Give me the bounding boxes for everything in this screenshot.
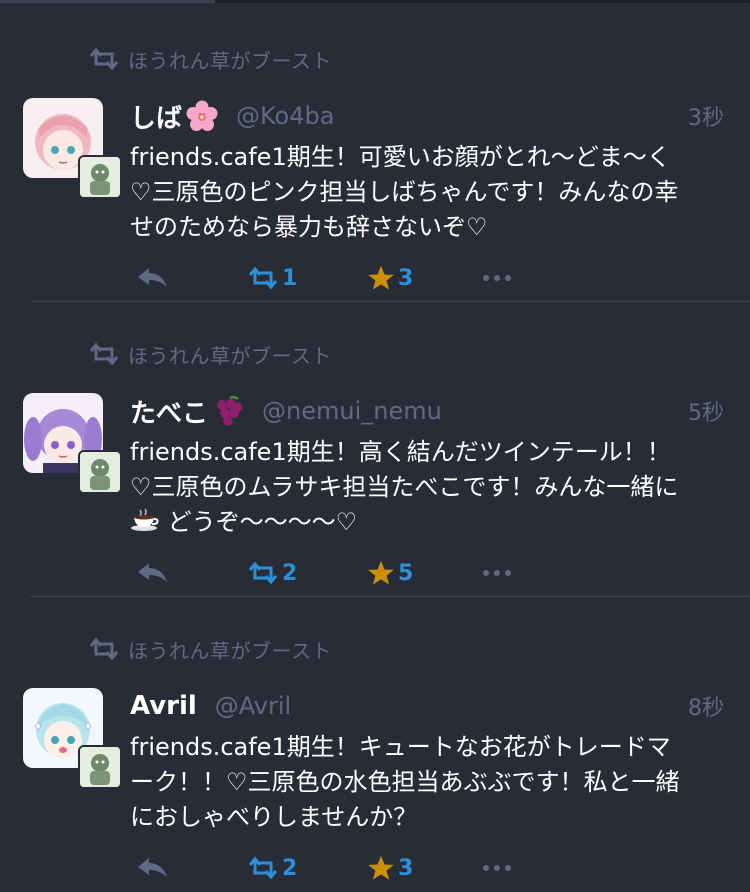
boost-text: ほうれん草がブースト	[128, 48, 332, 73]
coffee-cup-icon	[131, 508, 159, 531]
reply-icon	[138, 858, 167, 877]
content-line: friends.cafe1期生！高く結んだツインテール！！	[130, 438, 671, 466]
avatar[interactable]	[23, 393, 122, 494]
booster-avatar	[78, 450, 122, 494]
ellipsis-icon	[483, 570, 511, 576]
timestamp[interactable]: 3秒	[688, 100, 724, 132]
ellipsis-icon	[483, 275, 511, 281]
content-text: どうぞ〜〜〜〜♡	[167, 508, 358, 536]
boost-button[interactable]: 1	[246, 260, 297, 296]
status-header: たべこ @nemui_nemu 5秒	[130, 391, 724, 431]
content-line: ♡三原色のピンク担当しばちゃんです！みんなの幸	[130, 178, 679, 206]
boost-icon	[248, 856, 278, 880]
avatar[interactable]	[23, 688, 122, 789]
reply-button[interactable]	[136, 260, 170, 296]
display-name[interactable]: たべこ	[130, 393, 208, 430]
favourite-count: 3	[398, 855, 414, 881]
content-line: friends.cafe1期生！可愛いお顔がとれ〜どま〜く	[130, 143, 671, 171]
boost-count: 2	[282, 560, 298, 586]
star-icon	[368, 855, 394, 880]
status-card[interactable]: ほうれん草がブースト しば @Ko4ba 3秒 friends.cafe1期生！…	[0, 8, 750, 302]
status-card[interactable]: ほうれん草がブースト Avril @Avril 8秒 friends.cafe1…	[0, 598, 750, 892]
account-handle[interactable]: @Ko4ba	[236, 102, 334, 130]
account-handle[interactable]: @Avril	[215, 692, 291, 720]
display-name[interactable]: しば	[130, 98, 182, 135]
action-bar: 1 3	[136, 260, 556, 296]
boost-indicator: ほうれん草がブースト	[88, 44, 332, 74]
star-icon	[368, 560, 394, 585]
status-content: friends.cafe1期生！キュートなお花がトレードマ ーク！！♡三原色の水…	[130, 730, 730, 835]
boost-icon	[89, 342, 119, 366]
reply-button[interactable]	[136, 555, 170, 591]
boost-button[interactable]: 2	[246, 555, 297, 591]
reply-icon	[138, 563, 167, 582]
avatar[interactable]	[23, 98, 122, 199]
reply-icon	[138, 268, 167, 287]
content-line: ♡三原色のムラサキ担当たべこです！みんな一緒に	[130, 473, 679, 501]
cherry-blossom-icon	[186, 100, 218, 131]
timestamp[interactable]: 5秒	[688, 395, 724, 427]
booster-avatar	[78, 745, 122, 789]
display-name[interactable]: Avril	[130, 691, 197, 721]
account-handle[interactable]: @nemui_nemu	[262, 397, 442, 425]
action-bar: 2 5	[136, 555, 556, 591]
divider	[30, 596, 750, 597]
boost-icon	[89, 637, 119, 661]
booster-avatar	[78, 155, 122, 199]
favourite-button[interactable]: 5	[366, 555, 413, 591]
action-bar: 2 3	[136, 850, 556, 886]
grapes-icon	[217, 395, 243, 426]
status-content: friends.cafe1期生！高く結んだツインテール！！ ♡三原色のムラサキ担…	[130, 435, 730, 540]
favourite-count: 3	[398, 265, 414, 291]
top-scroll-indicator	[0, 0, 750, 3]
favourite-button[interactable]: 3	[366, 850, 413, 886]
more-button[interactable]	[482, 850, 512, 886]
status-header: しば @Ko4ba 3秒	[130, 96, 724, 136]
boost-icon	[248, 266, 278, 290]
content-line-with-emoji: どうぞ〜〜〜〜♡	[130, 505, 730, 540]
boost-icon	[248, 561, 278, 585]
boost-count: 2	[282, 855, 298, 881]
favourite-button[interactable]: 3	[366, 260, 413, 296]
boost-indicator: ほうれん草がブースト	[88, 634, 332, 664]
ellipsis-icon	[483, 865, 511, 871]
boost-text: ほうれん草がブースト	[128, 638, 332, 663]
boost-icon	[89, 47, 119, 71]
content-line: におしゃべりしませんか？	[130, 803, 418, 831]
boost-indicator: ほうれん草がブースト	[88, 339, 332, 369]
reply-button[interactable]	[136, 850, 170, 886]
content-line: ーク！！♡三原色の水色担当あぶぶです！私と一緒	[130, 768, 680, 796]
timestamp[interactable]: 8秒	[688, 690, 724, 722]
divider	[30, 301, 750, 302]
boost-text: ほうれん草がブースト	[128, 343, 332, 368]
more-button[interactable]	[482, 260, 512, 296]
status-header: Avril @Avril 8秒	[130, 686, 724, 726]
star-icon	[368, 265, 394, 290]
status-card[interactable]: ほうれん草がブースト たべこ @nemui_nemu 5秒 friends.ca…	[0, 303, 750, 597]
content-line: friends.cafe1期生！キュートなお花がトレードマ	[130, 733, 671, 761]
status-content: friends.cafe1期生！可愛いお顔がとれ〜どま〜く ♡三原色のピンク担当…	[130, 140, 730, 245]
boost-count: 1	[282, 265, 298, 291]
favourite-count: 5	[398, 560, 414, 586]
content-line: せのためなら暴力も辞さないぞ♡	[130, 213, 488, 241]
more-button[interactable]	[482, 555, 512, 591]
boost-button[interactable]: 2	[246, 850, 297, 886]
